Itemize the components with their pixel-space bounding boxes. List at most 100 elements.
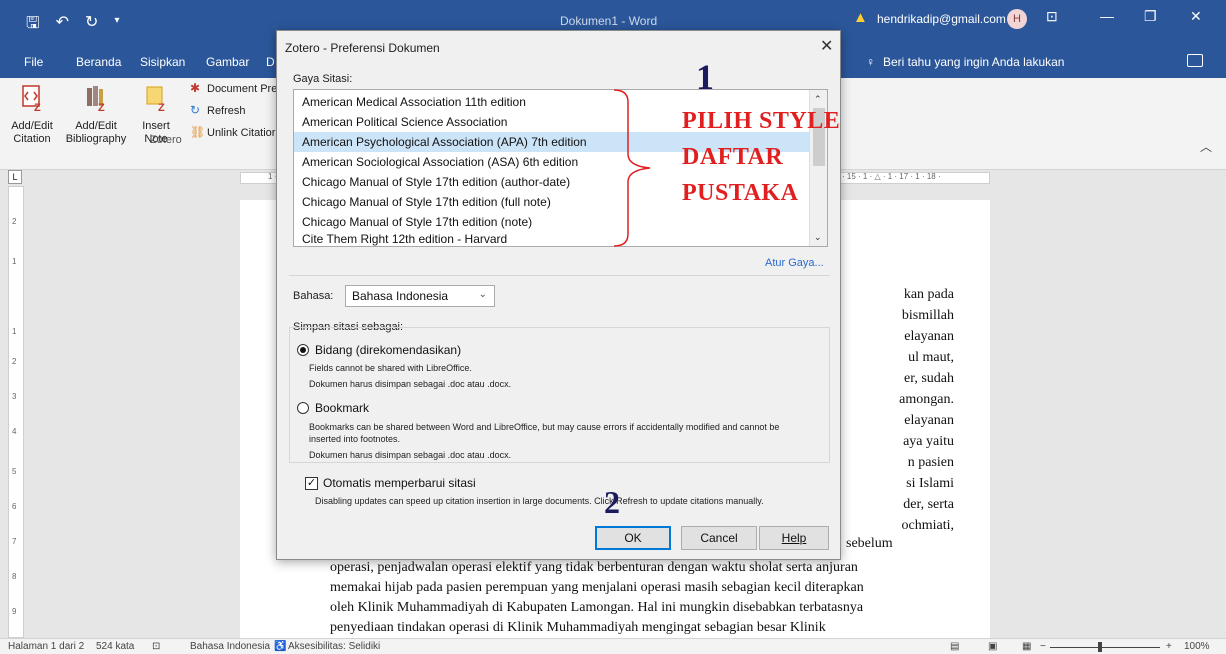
doc-line: elayanan (904, 413, 954, 428)
bookmark-radio-label[interactable]: Bookmark (315, 401, 369, 415)
doc-line: oleh Klinik Muhammadiyah di Kabupaten La… (330, 600, 864, 615)
language-label: Bahasa: (293, 290, 334, 302)
bookmark-note-1b: inserted into footnotes. (309, 434, 401, 444)
fields-note-2: Dokumen harus disimpan sebagai .doc atau… (309, 379, 512, 389)
fields-radio-label[interactable]: Bidang (direkomendasikan) (315, 343, 461, 357)
zoom-in-icon[interactable]: + (1166, 641, 1172, 652)
refresh-label: Refresh (207, 104, 246, 117)
doc-line: amongan. (899, 392, 954, 407)
ruler-numbers-right: · 15 · 1 · △ · 1 · 17 · 1 · 18 · (842, 172, 941, 181)
scroll-up-icon[interactable]: ⌃ (814, 94, 822, 105)
doc-line: ul maut, (908, 350, 954, 365)
doc-line: elayanan (904, 329, 954, 344)
svg-text:Z: Z (34, 102, 41, 112)
print-layout-icon[interactable]: ▣ (988, 641, 997, 652)
doc-line: memakai hijab pada pasien perempuan yang… (330, 580, 864, 595)
restore-icon[interactable]: ❐ (1144, 8, 1157, 25)
bookmark-note-2: Dokumen harus disimpan sebagai .doc atau… (309, 450, 512, 460)
word-count[interactable]: 524 kata (96, 641, 134, 652)
cancel-button[interactable]: Cancel (681, 526, 757, 550)
vertical-ruler[interactable]: 2 1 1 2 3 4 5 6 7 8 9 (8, 186, 24, 638)
scroll-down-icon[interactable]: ⌄ (814, 232, 822, 243)
warning-icon[interactable]: ▲ (853, 9, 868, 26)
tab-selector[interactable]: L (8, 170, 22, 184)
zoom-slider-thumb[interactable] (1098, 642, 1102, 652)
page-count[interactable]: Halaman 1 dari 2 (8, 641, 84, 652)
redo-icon[interactable]: ↻ (85, 12, 98, 39)
bibliography-icon: Z (87, 86, 105, 114)
doc-line: er, sudah (904, 371, 954, 386)
fields-radio[interactable] (297, 344, 309, 356)
document-preferences-button[interactable]: ✱ Document Pre (190, 82, 277, 95)
divider (289, 275, 830, 276)
comments-icon[interactable] (1187, 54, 1203, 67)
language-status[interactable]: Bahasa Indonesia (190, 641, 270, 652)
minimize-icon[interactable]: — (1100, 8, 1114, 24)
bookmark-note-1: Bookmarks can be shared between Word and… (309, 422, 780, 432)
doc-line: penyediaan tindakan operasi di Klinik Mu… (330, 620, 826, 635)
document-paragraph-bottom: operasi, penjadwalan operasi elektif yan… (330, 558, 906, 638)
ribbon-display-options-icon[interactable]: ⊡ (1046, 8, 1058, 25)
annotation-line-2: DAFTAR (682, 144, 784, 170)
doc-line: der, serta (903, 497, 954, 512)
tab-file[interactable]: File (24, 55, 43, 69)
add-edit-citation-label-2: Citation (13, 133, 51, 145)
citation-icon: Z (22, 85, 41, 114)
close-icon[interactable]: ✕ (820, 36, 833, 56)
lightbulb-icon: ♀ (866, 55, 875, 69)
zoom-slider[interactable] (1050, 647, 1160, 648)
fields-note-1: Fields cannot be shared with LibreOffice… (309, 363, 472, 373)
refresh-button[interactable]: ↻ Refresh (190, 104, 246, 117)
web-layout-icon[interactable]: ▦ (1022, 641, 1031, 652)
doc-line: operasi, penjadwalan operasi elektif yan… (330, 560, 858, 575)
unlink-citations-label: Unlink Citatior (207, 126, 276, 139)
accessibility-icon: ♿ (274, 641, 287, 652)
read-mode-icon[interactable]: ▤ (950, 641, 959, 652)
proofing-icon[interactable]: ⊡ (152, 641, 160, 652)
account-email[interactable]: hendrikadip@gmail.com (877, 12, 1006, 26)
style-item[interactable]: Cite Them Right 12th edition - Harvard (294, 232, 809, 246)
accessibility-status[interactable]: Aksesibilitas: Selidiki (288, 641, 380, 652)
add-edit-citation-label-1: Add/Edit (11, 120, 53, 132)
help-button[interactable]: Help (759, 526, 829, 550)
insert-note-label-1: Insert (142, 120, 170, 132)
annotation-line-3: PUSTAKA (682, 180, 799, 206)
avatar[interactable]: H (1007, 9, 1027, 29)
doc-line: sebelum (846, 536, 893, 551)
add-edit-citation-button[interactable]: Z Add/Edit Citation (4, 84, 60, 146)
zoom-level[interactable]: 100% (1184, 641, 1210, 652)
svg-text:Z: Z (98, 102, 105, 112)
style-item[interactable]: Chicago Manual of Style 17th edition (no… (294, 212, 809, 232)
gear-icon: ✱ (190, 81, 201, 95)
doc-line: ochmiati, (901, 518, 955, 533)
unlink-icon: ⛓ (190, 125, 206, 139)
refresh-icon: ↻ (190, 103, 201, 117)
customize-qat-icon[interactable]: ▾ (114, 15, 119, 39)
note-icon: Z (146, 86, 165, 114)
add-edit-bibliography-label-1: Add/Edit (75, 120, 117, 132)
auto-update-checkbox[interactable]: ✓ (305, 477, 318, 490)
tab-design[interactable]: D (266, 55, 275, 69)
add-edit-bibliography-button[interactable]: Z Add/Edit Bibliography (58, 84, 134, 146)
tab-gambar[interactable]: Gambar (206, 55, 249, 69)
tab-sisipkan[interactable]: Sisipkan (140, 55, 185, 69)
tell-me-search[interactable]: ♀ Beri tahu yang ingin Anda lakukan (866, 55, 1064, 69)
tab-beranda[interactable]: Beranda (76, 55, 121, 69)
quick-access-toolbar: 🖫 ↶ ↻ ▾ (26, 12, 119, 39)
doc-line: si Islami (906, 476, 954, 491)
brace-annotation (613, 89, 651, 247)
manage-styles-link[interactable]: Atur Gaya... (765, 257, 824, 269)
language-select[interactable]: Bahasa Indonesia ⌄ (345, 285, 495, 307)
unlink-citations-button[interactable]: ⛓ Unlink Citatior (190, 126, 275, 139)
zoom-out-icon[interactable]: − (1040, 641, 1046, 652)
undo-icon[interactable]: ↶ (56, 12, 69, 39)
bookmark-radio[interactable] (297, 402, 309, 414)
save-icon[interactable]: 🖫 (26, 12, 40, 39)
ok-button[interactable]: OK (595, 526, 671, 550)
auto-update-label[interactable]: Otomatis memperbarui sitasi (323, 476, 476, 490)
collapse-ribbon-icon[interactable]: ︿ (1200, 138, 1212, 155)
doc-line: kan pada (903, 287, 954, 302)
dialog-title: Zotero - Preferensi Dokumen (285, 41, 440, 55)
document-title: Dokumen1 - Word (560, 14, 658, 28)
window-close-icon[interactable]: ✕ (1190, 8, 1202, 25)
